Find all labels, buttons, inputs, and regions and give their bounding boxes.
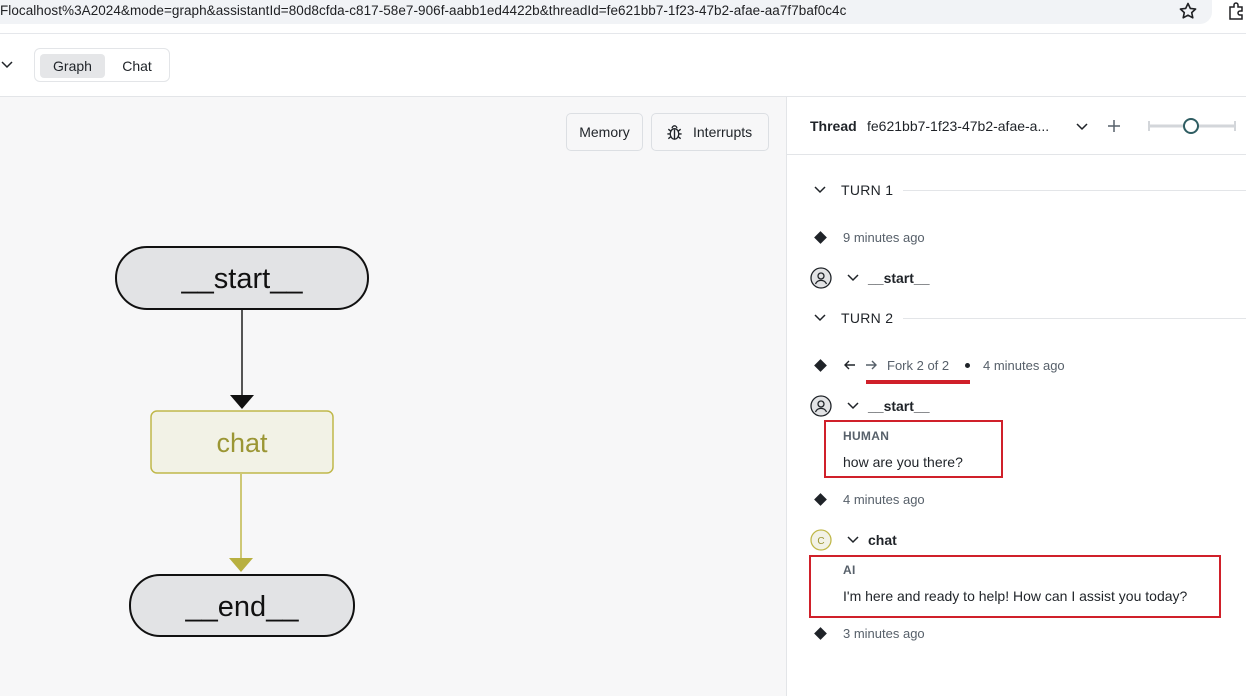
tab-chat[interactable]: Chat bbox=[107, 54, 167, 78]
node-chat-chevron-icon[interactable] bbox=[846, 533, 860, 547]
fork-indicator: Fork 2 of 2 bbox=[887, 358, 950, 373]
user-avatar-icon bbox=[810, 267, 832, 289]
url-text[interactable]: Flocalhost%3A2024&mode=graph&assistantId… bbox=[0, 3, 846, 18]
tab-graph[interactable]: Graph bbox=[40, 54, 105, 78]
bookmark-star-icon[interactable] bbox=[1178, 1, 1198, 21]
zoom-slider[interactable] bbox=[1147, 115, 1237, 137]
thread-label: Thread bbox=[810, 118, 857, 134]
turn-2-time: 4 minutes ago bbox=[983, 358, 1065, 373]
node-start-chevron-icon[interactable] bbox=[846, 399, 860, 413]
human-message-time: 4 minutes ago bbox=[843, 492, 925, 507]
new-thread-plus-icon[interactable] bbox=[1105, 117, 1123, 135]
chat-node-initial: C bbox=[817, 536, 824, 547]
thread-id-select[interactable]: fe621bb7-1f23-47b2-afae-a... bbox=[867, 118, 1049, 134]
human-message-text[interactable]: how are you there? bbox=[843, 454, 963, 470]
node-end-label: __end__ bbox=[185, 591, 300, 623]
ai-role-label: AI bbox=[843, 563, 856, 577]
turn-2-divider bbox=[903, 318, 1246, 319]
node-start-label: __start__ bbox=[181, 263, 304, 295]
ai-message-highlight bbox=[809, 555, 1221, 618]
address-box[interactable]: Flocalhost%3A2024&mode=graph&assistantId… bbox=[0, 0, 1212, 24]
edge-chat-end-arrow bbox=[229, 558, 253, 572]
interrupts-button[interactable]: Interrupts bbox=[651, 113, 769, 151]
checkpoint-diamond-icon bbox=[814, 493, 827, 506]
fork-highlight-underline bbox=[866, 380, 970, 384]
edge-start-chat-arrow bbox=[230, 395, 254, 409]
turn-2-label: TURN 2 bbox=[841, 310, 894, 326]
human-role-label: HUMAN bbox=[843, 429, 890, 443]
view-mode-toggle: Graph Chat bbox=[34, 48, 170, 82]
separator-dot bbox=[965, 363, 970, 368]
chevron-down-icon[interactable] bbox=[1074, 118, 1090, 134]
app-header: Graph Chat bbox=[0, 34, 1246, 97]
extensions-icon[interactable] bbox=[1227, 1, 1246, 21]
node-chat-label: chat bbox=[216, 428, 268, 458]
arrow-left-icon[interactable] bbox=[843, 358, 857, 372]
browser-url-bar: Flocalhost%3A2024&mode=graph&assistantId… bbox=[0, 0, 1246, 33]
thread-panel: Thread fe621bb7-1f23-47b2-afae-a... TURN… bbox=[786, 97, 1246, 696]
chat-node-avatar-icon: C bbox=[810, 529, 832, 551]
memory-button[interactable]: Memory bbox=[566, 113, 643, 151]
turn-1-chevron-icon[interactable] bbox=[813, 183, 827, 197]
ai-message-text[interactable]: I'm here and ready to help! How can I as… bbox=[843, 588, 1187, 604]
turn-2-node-name[interactable]: __start__ bbox=[868, 398, 930, 414]
chat-node-name[interactable]: chat bbox=[868, 532, 897, 548]
checkpoint-diamond-icon bbox=[814, 231, 827, 244]
turn-1-time: 9 minutes ago bbox=[843, 230, 925, 245]
turn-2-chevron-icon[interactable] bbox=[813, 311, 827, 325]
node-start-chevron-icon[interactable] bbox=[846, 271, 860, 285]
turn-1-node-name[interactable]: __start__ bbox=[868, 270, 930, 286]
chevron-down-icon[interactable] bbox=[0, 57, 16, 73]
interrupts-label: Interrupts bbox=[693, 124, 753, 140]
graph-diagram: __start__ chat __end__ bbox=[115, 246, 369, 637]
turn-1-label: TURN 1 bbox=[841, 182, 894, 198]
graph-canvas[interactable]: __start__ chat __end__ Memory Interrupts bbox=[0, 97, 786, 696]
checkpoint-diamond-icon bbox=[814, 359, 827, 372]
arrow-right-icon[interactable] bbox=[864, 358, 878, 372]
ai-message-time: 3 minutes ago bbox=[843, 626, 925, 641]
bug-icon bbox=[667, 125, 682, 140]
turn-1-divider bbox=[903, 190, 1246, 191]
checkpoint-diamond-icon bbox=[814, 627, 827, 640]
user-avatar-icon bbox=[810, 395, 832, 417]
thread-header: Thread fe621bb7-1f23-47b2-afae-a... bbox=[787, 97, 1246, 155]
